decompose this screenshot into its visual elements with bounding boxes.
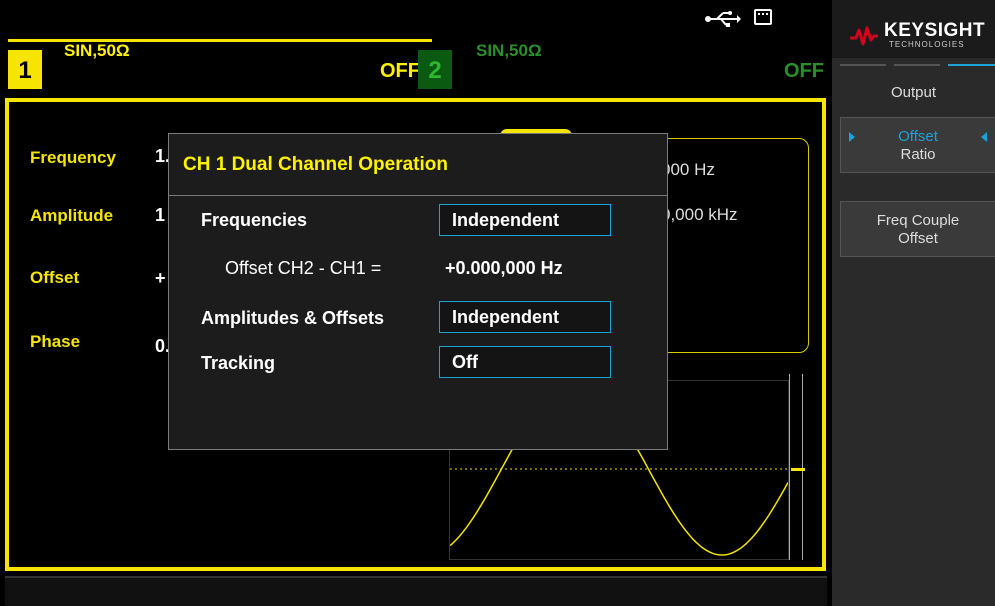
main-display: 1 SIN,50Ω OFF 2 SIN,50Ω OFF Frequency 1.… <box>0 0 832 606</box>
menu-title: Output <box>890 84 937 101</box>
waveform-scrollbar[interactable] <box>789 374 803 560</box>
brand-name: KEYSIGHT <box>884 20 986 41</box>
status-bar <box>0 0 832 34</box>
frequencies-field[interactable]: Independent <box>439 204 611 236</box>
channel-1-mode: SIN,50Ω <box>64 41 130 60</box>
amplitudes-offsets-field[interactable]: Independent <box>439 301 611 333</box>
channel-1-output-status: OFF <box>380 60 420 82</box>
channel-2-mode: SIN,50Ω <box>476 41 542 60</box>
brand-subtitle: TECHNOLOGIES <box>889 40 965 49</box>
sweep-line-2: 0,000 kHz <box>661 205 738 224</box>
phase-label[interactable]: Phase <box>30 332 80 352</box>
bottom-status-bar <box>5 576 827 606</box>
amplitudes-offsets-label: Amplitudes & Offsets <box>201 308 385 328</box>
offset-difference-label: Offset CH2 - CH1 = <box>225 258 382 278</box>
menu-tab-indicator <box>832 58 995 68</box>
frequency-label[interactable]: Frequency <box>30 148 116 168</box>
amplitude-value[interactable]: 1 <box>155 205 165 226</box>
offset-marker <box>791 468 805 471</box>
amplitude-label[interactable]: Amplitude <box>30 206 113 226</box>
dialog-title: CH 1 Dual Channel Operation <box>169 134 667 196</box>
softkey-offset-ratio-line2: Ratio <box>900 146 936 163</box>
channel-2-output-status: OFF <box>784 60 824 82</box>
channel-1-tab[interactable]: 1 SIN,50Ω OFF <box>8 39 432 89</box>
channel-1-badge: 1 <box>8 50 42 89</box>
softkey-menu: KEYSIGHT TECHNOLOGIES Output Offset Rati… <box>832 0 995 606</box>
softkey-offset-ratio-line1: Offset <box>898 128 938 145</box>
instrument-screen: 1 SIN,50Ω OFF 2 SIN,50Ω OFF Frequency 1.… <box>0 0 995 606</box>
keysight-wave-icon <box>850 26 878 46</box>
offset-value[interactable]: + <box>155 268 166 289</box>
channel-2-tab[interactable]: 2 SIN,50Ω OFF <box>418 39 832 89</box>
brand-logo: KEYSIGHT TECHNOLOGIES <box>832 0 995 58</box>
sweep-line-1: 000 Hz <box>661 160 715 179</box>
softkey-offset-ratio[interactable]: Offset Ratio <box>840 117 995 173</box>
tracking-label: Tracking <box>201 353 276 373</box>
offset-label[interactable]: Offset <box>30 268 79 288</box>
softkey-freq-couple-line1: Freq Couple <box>876 212 960 229</box>
channel-2-badge: 2 <box>418 50 452 89</box>
dual-channel-dialog: CH 1 Dual Channel Operation Frequencies … <box>168 133 668 450</box>
softkey-freq-couple-offset[interactable]: Freq Couple Offset <box>840 201 995 257</box>
tracking-field[interactable]: Off <box>439 346 611 378</box>
usb-icon <box>705 11 741 27</box>
offset-difference-value: +0.000,000 Hz <box>445 258 563 278</box>
memory-icon <box>754 9 772 25</box>
softkey-freq-couple-line2: Offset <box>898 230 938 247</box>
frequencies-label: Frequencies <box>201 210 308 230</box>
